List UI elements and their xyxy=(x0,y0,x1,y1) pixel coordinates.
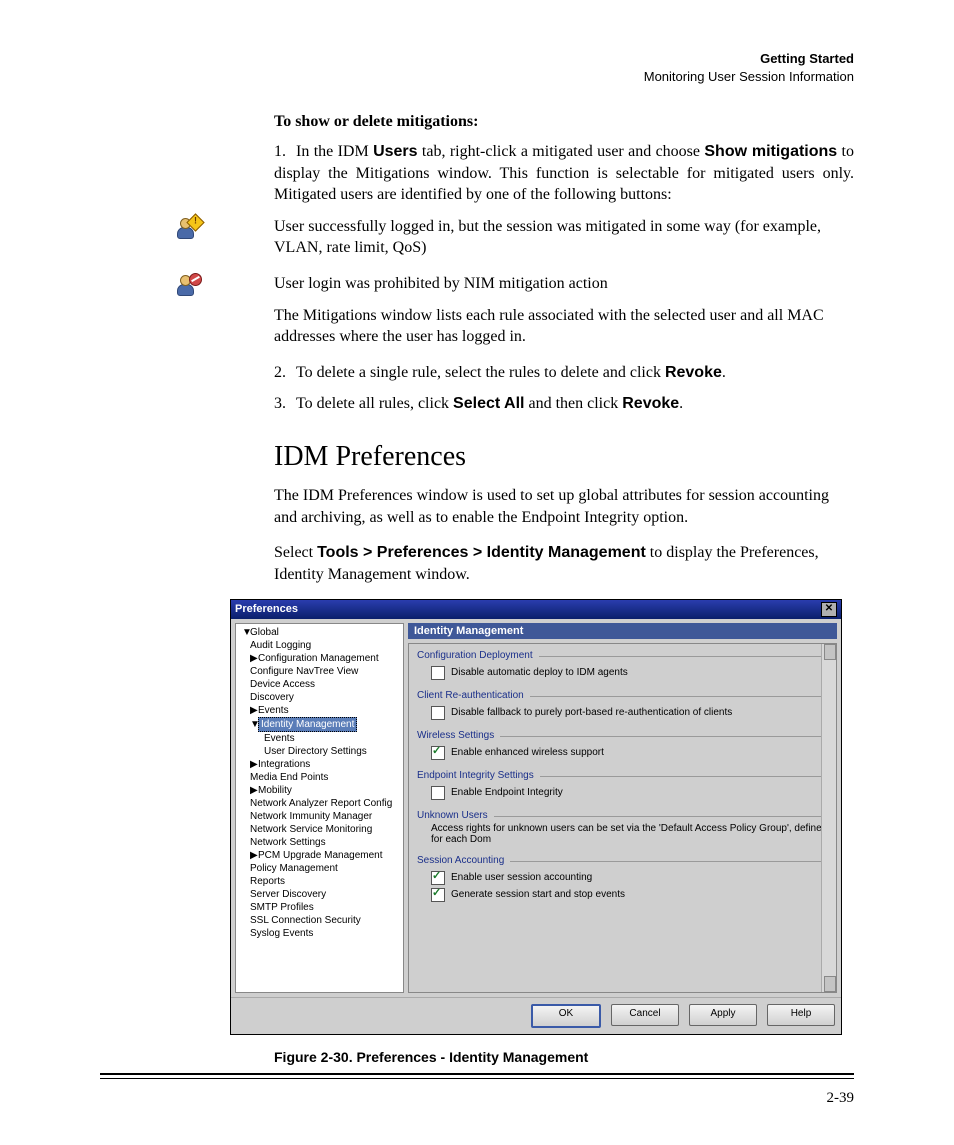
step-2: 2.To delete a single rule, select the ru… xyxy=(274,362,854,384)
group-unknown-users: Unknown Users Access rights for unknown … xyxy=(417,810,828,845)
tree-item[interactable]: Network Settings xyxy=(236,836,403,849)
group-endpoint-integrity: Endpoint Integrity Settings Enable Endpo… xyxy=(417,770,828,800)
icon-note-1: User successfully logged in, but the ses… xyxy=(100,216,854,259)
user-prohibited-icon xyxy=(176,275,198,297)
checkbox-enhanced-wireless[interactable] xyxy=(431,746,445,760)
window-titlebar[interactable]: Preferences ✕ xyxy=(231,600,841,619)
tree-item[interactable]: Discovery xyxy=(236,691,403,704)
tree-item[interactable]: ▶Integrations xyxy=(236,758,403,771)
chapter-title: Getting Started xyxy=(100,50,854,68)
figure-caption: Figure 2-30. Preferences - Identity Mana… xyxy=(274,1049,854,1065)
checkbox-session-accounting[interactable] xyxy=(431,871,445,885)
checkbox-session-events[interactable] xyxy=(431,888,445,902)
group-session-accounting: Session Accounting Enable user session a… xyxy=(417,855,828,902)
scrollbar[interactable] xyxy=(821,644,836,992)
checkbox-disable-auto-deploy[interactable] xyxy=(431,666,445,680)
close-icon[interactable]: ✕ xyxy=(821,602,837,617)
nav-paragraph: Select Tools > Preferences > Identity Ma… xyxy=(274,542,854,587)
step-1: 1.In the IDM Users tab, right-click a mi… xyxy=(274,141,854,206)
cancel-button[interactable]: Cancel xyxy=(611,1004,679,1026)
tree-item[interactable]: User Directory Settings xyxy=(236,745,403,758)
preferences-tree[interactable]: ▼Global Audit Logging ▶Configuration Man… xyxy=(235,623,404,993)
tree-item[interactable]: ▶Configuration Management xyxy=(236,652,403,665)
tree-item[interactable]: Audit Logging xyxy=(236,639,403,652)
help-button[interactable]: Help xyxy=(767,1004,835,1026)
group-wireless: Wireless Settings Enable enhanced wirele… xyxy=(417,730,828,760)
section-title: Monitoring User Session Information xyxy=(100,68,854,86)
tree-item[interactable]: Media End Points xyxy=(236,771,403,784)
procedure-heading: To show or delete mitigations: xyxy=(274,113,854,131)
tree-item[interactable]: Network Analyzer Report Config xyxy=(236,797,403,810)
tree-item[interactable]: Events xyxy=(236,732,403,745)
tree-item[interactable]: Policy Management xyxy=(236,862,403,875)
page-header: Getting Started Monitoring User Session … xyxy=(100,50,854,85)
step-3: 3.To delete all rules, click Select All … xyxy=(274,393,854,415)
tree-item[interactable]: ▶Mobility xyxy=(236,784,403,797)
tree-item[interactable]: Network Service Monitoring xyxy=(236,823,403,836)
group-client-reauth: Client Re-authentication Disable fallbac… xyxy=(417,690,828,720)
button-row: OK Cancel Apply Help xyxy=(231,997,841,1034)
tree-item[interactable]: Configure NavTree View xyxy=(236,665,403,678)
tree-item[interactable]: Reports xyxy=(236,875,403,888)
pane-title: Identity Management xyxy=(408,623,837,639)
tree-item[interactable]: SMTP Profiles xyxy=(236,901,403,914)
tree-item-selected[interactable]: ▼Identity Management xyxy=(236,717,403,732)
footer-rule xyxy=(100,1073,854,1079)
preferences-window: Preferences ✕ ▼Global Audit Logging ▶Con… xyxy=(230,599,842,1035)
checkbox-disable-fallback[interactable] xyxy=(431,706,445,720)
icon-note-2: User login was prohibited by NIM mitigat… xyxy=(100,273,854,348)
tree-item[interactable]: ▶PCM Upgrade Management xyxy=(236,849,403,862)
section-heading: IDM Preferences xyxy=(274,441,854,473)
intro-paragraph: The IDM Preferences window is used to se… xyxy=(274,485,854,530)
tree-item[interactable]: SSL Connection Security xyxy=(236,914,403,927)
window-title: Preferences xyxy=(235,603,298,615)
tree-item[interactable]: Device Access xyxy=(236,678,403,691)
tree-item[interactable]: ▶Events xyxy=(236,704,403,717)
group-config-deployment: Configuration Deployment Disable automat… xyxy=(417,650,828,680)
tree-item[interactable]: Syslog Events xyxy=(236,927,403,940)
page-number: 2-39 xyxy=(827,1090,855,1107)
user-mitigated-icon xyxy=(176,218,198,240)
tree-item[interactable]: Server Discovery xyxy=(236,888,403,901)
checkbox-endpoint-integrity[interactable] xyxy=(431,786,445,800)
apply-button[interactable]: Apply xyxy=(689,1004,757,1026)
ok-button[interactable]: OK xyxy=(531,1004,601,1028)
tree-item[interactable]: Network Immunity Manager xyxy=(236,810,403,823)
